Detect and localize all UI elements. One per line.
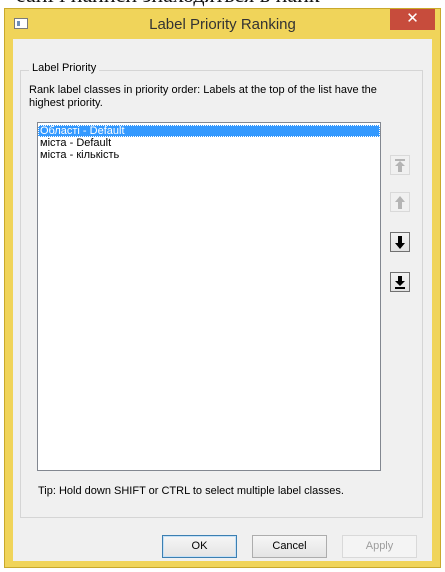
label-class-list[interactable]: Області - Default міста - Default міста - …: [37, 122, 381, 471]
instructions-text: Rank label classes in priority order: La…: [29, 84, 377, 109]
close-icon: ✕: [406, 10, 419, 27]
apply-button[interactable]: Apply: [342, 535, 417, 558]
move-to-top-button[interactable]: [390, 155, 410, 175]
window-title: Label Priority Ranking: [149, 16, 296, 33]
title-bar[interactable]: Label Priority Ranking ✕: [5, 9, 440, 39]
background-document-strip: еані і написи знаходяться в найк: [0, 0, 445, 8]
background-text: еані і написи знаходяться в найк: [16, 0, 320, 8]
arrow-up-icon: [395, 195, 405, 209]
move-up-button[interactable]: [390, 192, 410, 212]
list-item[interactable]: міста - Default: [38, 137, 380, 149]
arrow-top-icon: [395, 158, 405, 172]
cancel-button[interactable]: Cancel: [252, 535, 327, 558]
arrow-bottom-icon: [395, 275, 405, 289]
ok-button[interactable]: OK: [162, 535, 237, 558]
list-item[interactable]: міста - кількість: [38, 149, 380, 161]
move-to-bottom-button[interactable]: [390, 272, 410, 292]
list-items-container: Області - Default міста - Default міста - …: [38, 123, 380, 161]
arrow-down-icon: [395, 235, 405, 249]
group-label: Label Priority: [29, 62, 100, 74]
move-down-button[interactable]: [390, 232, 410, 252]
tip-text: Tip: Hold down SHIFT or CTRL to select m…: [38, 485, 344, 497]
close-button[interactable]: ✕: [390, 9, 435, 30]
list-item[interactable]: Області - Default: [38, 125, 380, 137]
